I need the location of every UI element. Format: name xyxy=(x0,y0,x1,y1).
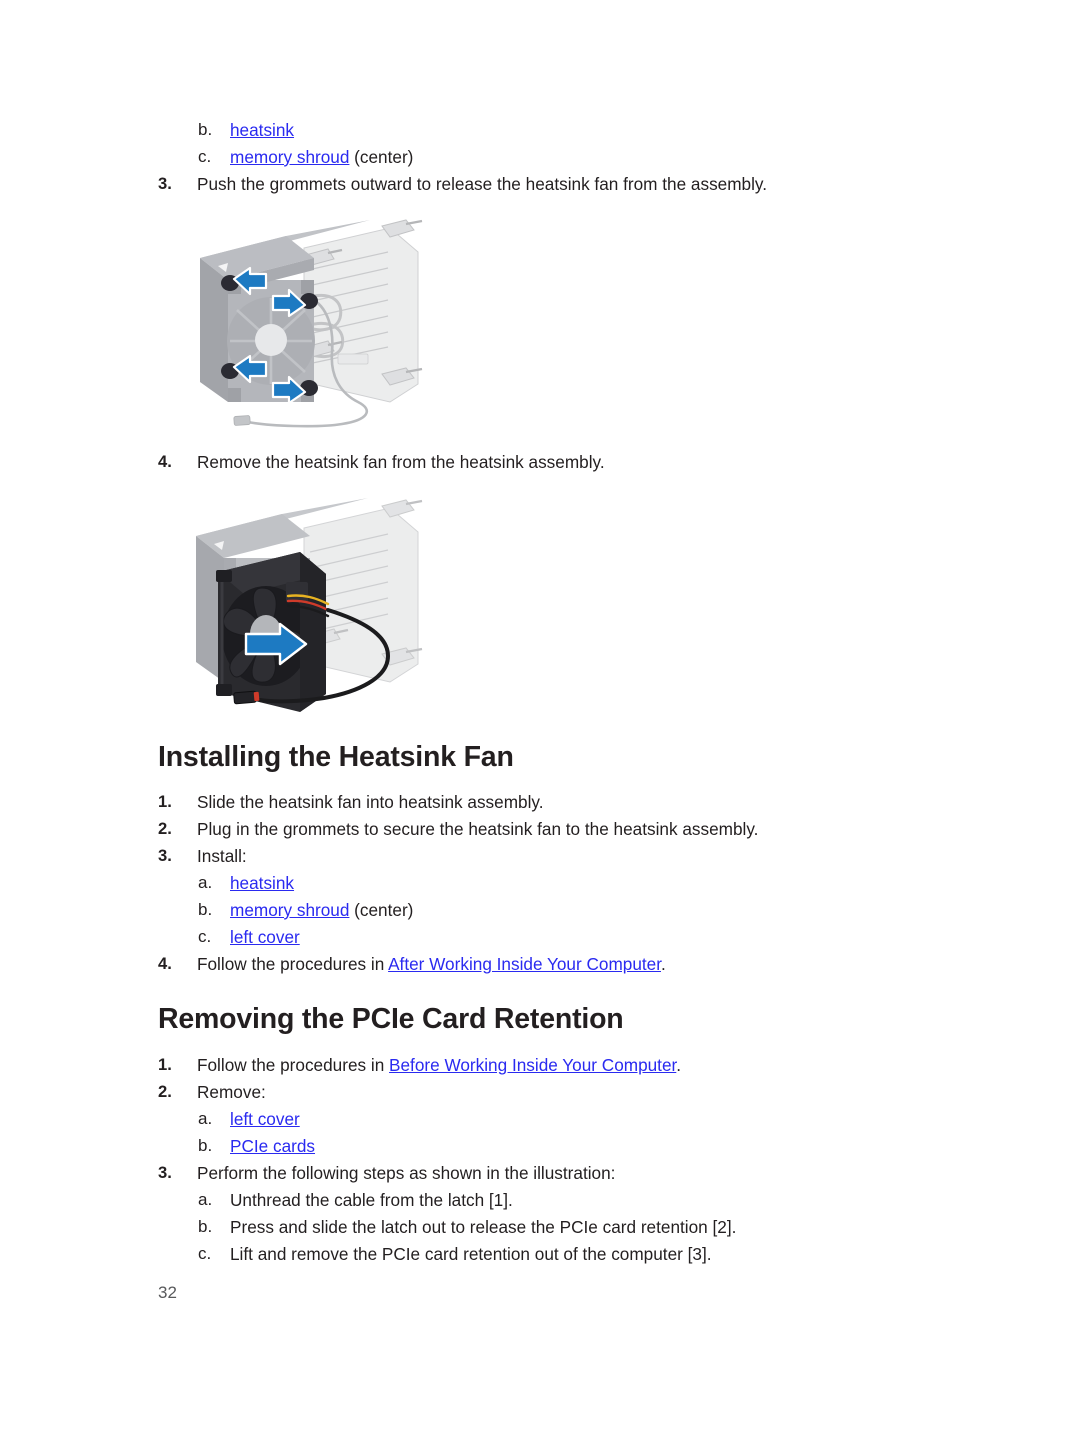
document-page: b. heatsink c. memory shroud (center) 3.… xyxy=(0,0,1080,1434)
heatsink-fan-grommet-release-illustration xyxy=(200,219,423,428)
list-item-body: Lift and remove the PCIe card retention … xyxy=(230,1244,712,1264)
step-text-prefix: Follow the procedures in xyxy=(197,954,389,974)
step-text-prefix: Follow the procedures in xyxy=(197,1055,390,1075)
list-marker: c. xyxy=(198,927,212,946)
link-heatsink[interactable]: heatsink xyxy=(230,120,294,140)
link-memory-shroud[interactable]: memory shroud xyxy=(230,147,349,167)
step-install: 3. Install: xyxy=(158,844,948,868)
list-item-body: memory shroud (center) xyxy=(230,145,948,169)
cable-connector xyxy=(233,690,260,705)
page-content: b. heatsink c. memory shroud (center) 3.… xyxy=(158,118,948,1269)
list-item-body: heatsink xyxy=(230,871,948,895)
list-item-body: left cover xyxy=(230,925,948,949)
step-follow-after-working: 4. Follow the procedures in After Workin… xyxy=(158,952,948,976)
step-text: Remove the heatsink fan from the heatsin… xyxy=(197,452,605,472)
list-item: a. heatsink xyxy=(158,871,948,895)
step-text-tail: . xyxy=(676,1055,682,1075)
figure-heatsink-fan-grommet-release xyxy=(182,206,948,438)
list-marker: b. xyxy=(198,1136,213,1155)
list-item-tail: (center) xyxy=(349,900,414,920)
step-perform-following: 3. Perform the following steps as shown … xyxy=(158,1161,948,1185)
heatsink-fan xyxy=(216,552,326,712)
list-item-body: heatsink xyxy=(230,118,948,142)
list-item: b. memory shroud (center) xyxy=(158,898,948,922)
heatsink-fan-removal-illustration xyxy=(196,498,423,712)
step-marker: 4. xyxy=(158,954,172,973)
step-remove: 2. Remove: xyxy=(158,1080,948,1104)
step-marker: 4. xyxy=(158,452,172,471)
step-text: Remove: xyxy=(197,1082,266,1102)
step-marker: 2. xyxy=(158,819,172,838)
step-marker: 2. xyxy=(158,1082,172,1101)
step-text: Plug in the grommets to secure the heats… xyxy=(197,819,759,839)
step-plug-grommets: 2. Plug in the grommets to secure the he… xyxy=(158,817,948,841)
step-text: Slide the heatsink fan into heatsink ass… xyxy=(197,792,544,812)
list-item-body: PCIe cards xyxy=(230,1134,948,1158)
list-item-body: left cover xyxy=(230,1107,948,1131)
step-follow-before-working: 1. Follow the procedures in Before Worki… xyxy=(158,1053,948,1077)
link-heatsink[interactable]: heatsink xyxy=(230,873,294,893)
list-marker: a. xyxy=(198,1190,213,1209)
list-item: b. heatsink xyxy=(158,118,948,142)
step-marker: 3. xyxy=(158,846,172,865)
list-item: a. Unthread the cable from the latch [1]… xyxy=(158,1188,948,1212)
step-text: Perform the following steps as shown in … xyxy=(197,1163,616,1183)
step-text-tail: . xyxy=(661,954,666,974)
step-slide-fan: 1. Slide the heatsink fan into heatsink … xyxy=(158,790,948,814)
list-item: c. left cover xyxy=(158,925,948,949)
list-marker: b. xyxy=(198,120,213,139)
step-push-grommets: 3. Push the grommets outward to release … xyxy=(158,172,948,196)
page-number: 32 xyxy=(158,1283,177,1302)
list-marker: b. xyxy=(198,1217,213,1236)
list-marker: c. xyxy=(198,1244,212,1263)
list-item: c. memory shroud (center) xyxy=(158,145,948,169)
link-memory-shroud[interactable]: memory shroud xyxy=(230,900,349,920)
list-item: b. Press and slide the latch out to rele… xyxy=(158,1215,948,1239)
list-item-tail: (center) xyxy=(349,147,414,167)
list-item-body: Unthread the cable from the latch [1]. xyxy=(230,1190,513,1210)
step-text: Follow the procedures in After Working I… xyxy=(197,952,948,976)
step-marker: 1. xyxy=(158,1055,172,1074)
step-marker: 1. xyxy=(158,792,172,811)
list-item: a. left cover xyxy=(158,1107,948,1131)
step-remove-fan: 4. Remove the heatsink fan from the heat… xyxy=(158,450,948,474)
step-text: Install: xyxy=(197,846,247,866)
list-item-body: Press and slide the latch out to release… xyxy=(230,1217,737,1237)
list-item: c. Lift and remove the PCIe card retenti… xyxy=(158,1242,948,1266)
link-after-working-inside-your-computer[interactable]: After Working Inside Your Computer xyxy=(388,954,661,974)
link-left-cover[interactable]: left cover xyxy=(230,927,300,947)
list-item-body: memory shroud (center) xyxy=(230,898,948,922)
heading-installing-the-heatsink-fan: Installing the Heatsink Fan xyxy=(158,741,514,773)
heading-removing-the-pcie-card-retention: Removing the PCIe Card Retention xyxy=(158,1003,624,1035)
list-marker: a. xyxy=(198,873,213,892)
list-marker: b. xyxy=(198,900,213,919)
list-marker: c. xyxy=(198,147,212,166)
list-marker: a. xyxy=(198,1109,213,1128)
step-text: Push the grommets outward to release the… xyxy=(197,174,768,194)
step-marker: 3. xyxy=(158,174,172,193)
figure-heatsink-fan-removal xyxy=(182,486,948,718)
cable-connector xyxy=(233,415,251,426)
link-pcie-cards[interactable]: PCIe cards xyxy=(230,1136,315,1156)
heatsink-fins xyxy=(301,219,423,403)
list-item: b. PCIe cards xyxy=(158,1134,948,1158)
step-marker: 3. xyxy=(158,1163,172,1182)
link-left-cover[interactable]: left cover xyxy=(230,1109,300,1129)
link-before-working-inside-your-computer[interactable]: Before Working Inside Your Computer xyxy=(389,1055,676,1075)
step-text: Follow the procedures in Before Working … xyxy=(197,1053,948,1077)
